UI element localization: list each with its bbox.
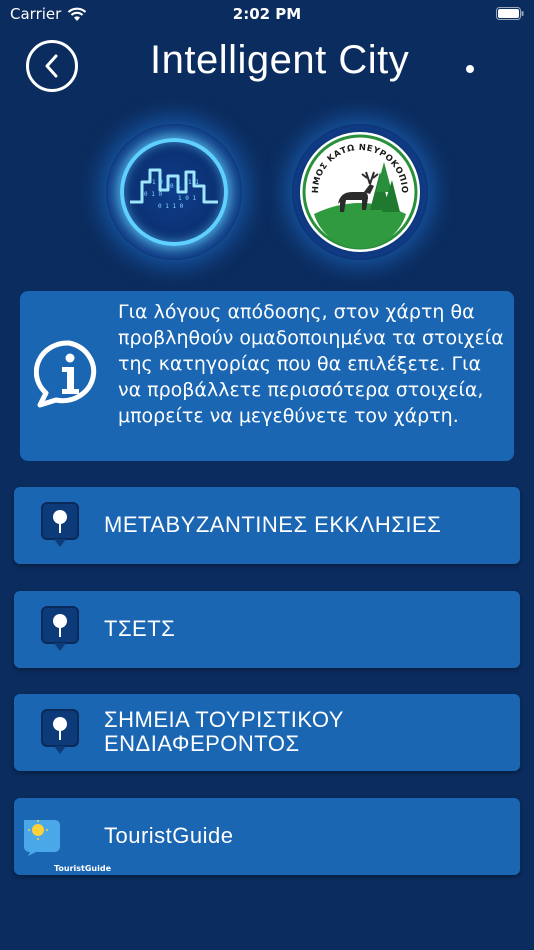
- menu-item-tsets[interactable]: ΤΣΕΤΣ: [14, 591, 520, 668]
- tourist-guide-icon-text: TouristGuide: [54, 864, 112, 873]
- intelligent-city-logo: 1 0 0 1 1 1 0 1 0 1 0 1 0 1 1 0: [106, 124, 242, 260]
- svg-text:0 1 0: 0 1 0: [144, 191, 162, 198]
- title-dot: [466, 65, 474, 73]
- menu-item-label: ΣΗΜΕΙΑ ΤΟΥΡΙΣΤΙΚΟΥ ΕΝΔΙΑΦΕΡΟΝΤΟΣ: [104, 707, 344, 756]
- map-pin-icon: [41, 606, 79, 651]
- deer-forest-seal-icon: ΔΗΜΟΣ ΚΑΤΩ ΝΕΥΡΟΚΟΠΙΟΥ: [300, 132, 418, 250]
- municipality-logo: ΔΗΜΟΣ ΚΑΤΩ ΝΕΥΡΟΚΟΠΙΟΥ: [292, 124, 428, 260]
- info-text: Για λόγους απόδοσης, στον χάρτη θα προβλ…: [118, 301, 504, 427]
- tourist-guide-icon: TouristGuide: [20, 816, 111, 873]
- menu-item-post-byzantine-churches[interactable]: ΜΕΤΑΒΥΖΑΝΤΙΝΕΣ ΕΚΚΛΗΣΙΕΣ: [14, 487, 520, 564]
- city-skyline-icon: 1 0 0 1 1 1 0 1 0 1 0 1 0 1 1 0: [130, 168, 218, 210]
- app-title: Intelligent City: [150, 38, 410, 82]
- svg-text:0 1 1 0: 0 1 1 0: [158, 203, 184, 210]
- status-bar: Carrier 2:02 PM: [0, 0, 534, 30]
- svg-text:1 0: 1 0: [152, 179, 163, 186]
- menu-item-label: ΤΣΕΤΣ: [104, 616, 176, 641]
- menu-item-tourist-guide[interactable]: TouristGuide TouristGuide: [14, 798, 520, 875]
- battery-icon: [496, 7, 524, 20]
- svg-text:1 0 1: 1 0 1: [178, 195, 196, 202]
- map-pin-icon: [41, 502, 79, 547]
- chevron-left-icon: [45, 54, 58, 78]
- status-time: 2:02 PM: [232, 5, 302, 23]
- menu-item-label: TouristGuide: [104, 823, 234, 848]
- menu-item-label: ΜΕΤΑΒΥΖΑΝΤΙΝΕΣ ΕΚΚΛΗΣΙΕΣ: [104, 512, 442, 537]
- map-pin-icon: [41, 709, 79, 754]
- svg-text:1 1: 1 1: [188, 179, 199, 186]
- svg-text:0 1: 0 1: [170, 183, 181, 190]
- back-button[interactable]: [26, 40, 78, 92]
- menu-item-tourist-interest-points[interactable]: ΣΗΜΕΙΑ ΤΟΥΡΙΣΤΙΚΟΥ ΕΝΔΙΑΦΕΡΟΝΤΟΣ: [14, 694, 520, 771]
- info-box: Για λόγους απόδοσης, στον χάρτη θα προβλ…: [20, 291, 514, 461]
- header: Intelligent City: [0, 30, 534, 104]
- info-chat-icon: [34, 340, 97, 408]
